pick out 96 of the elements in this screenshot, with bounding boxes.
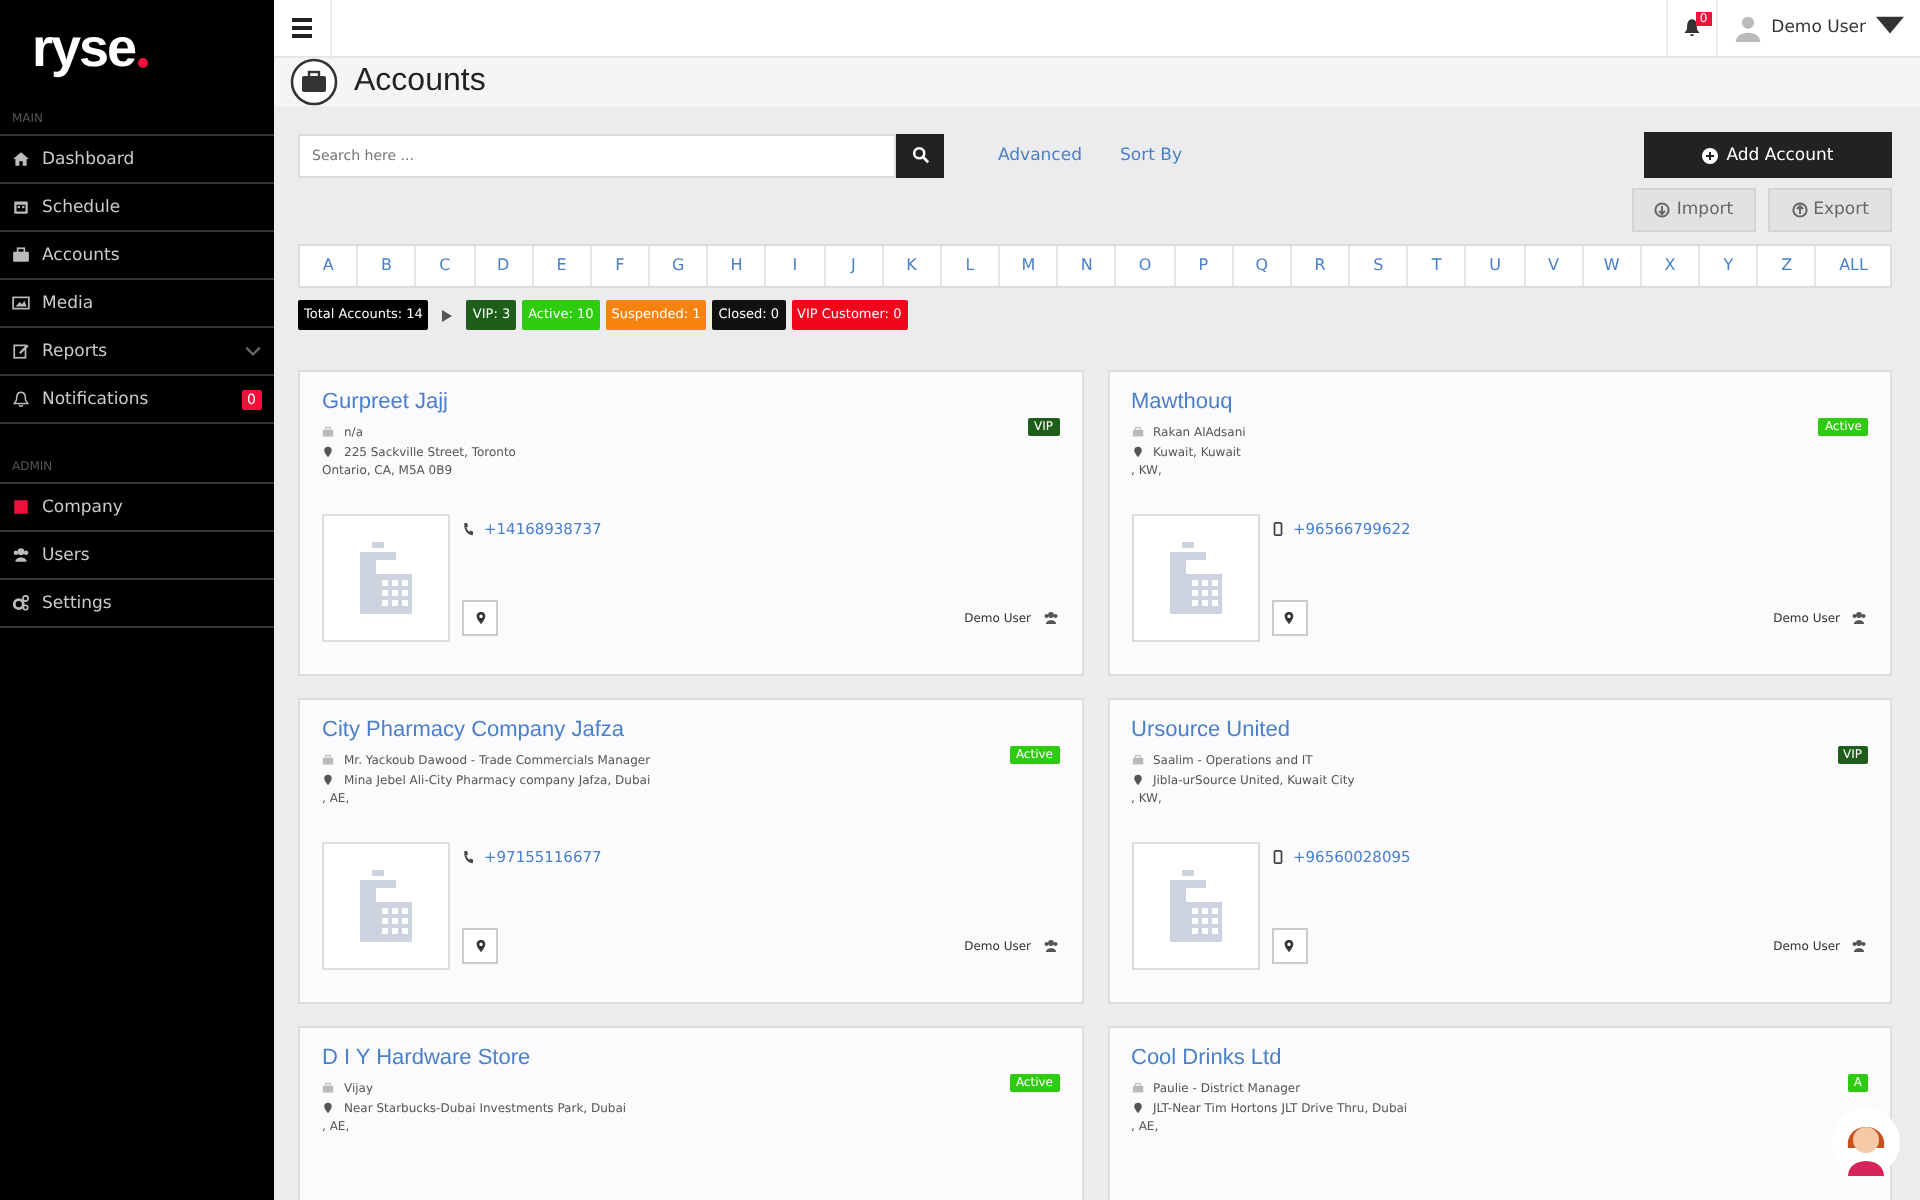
letter-filter[interactable]: G: [650, 246, 709, 286]
users-icon: [1850, 938, 1868, 954]
location-pin-icon: [1282, 938, 1296, 954]
briefcase-icon: [1131, 754, 1143, 766]
map-button[interactable]: [1271, 600, 1307, 636]
briefcase-icon: [322, 1082, 334, 1094]
account-name[interactable]: Mawthouq: [1131, 390, 1246, 414]
menu-icon: [290, 16, 314, 40]
letter-filter[interactable]: ALL: [1816, 246, 1891, 286]
letter-filter[interactable]: Q: [1233, 246, 1292, 286]
letter-filter[interactable]: R: [1291, 246, 1351, 286]
location-pin-icon: [473, 610, 487, 626]
sidebar-item[interactable]: Schedule: [0, 182, 274, 230]
logo[interactable]: ryse: [0, 0, 274, 96]
users-icon: [1041, 610, 1059, 626]
letter-filter[interactable]: F: [591, 246, 651, 286]
letter-filter[interactable]: D: [475, 246, 534, 286]
add-account-button[interactable]: Add Account: [1644, 132, 1892, 178]
location-pin-icon: [473, 938, 487, 954]
letter-filter[interactable]: B: [358, 246, 417, 286]
letter-filter[interactable]: U: [1466, 246, 1526, 286]
briefcase-icon: [322, 754, 334, 766]
account-name[interactable]: D I Y Hardware Store: [322, 1046, 627, 1070]
home-icon: [12, 150, 30, 168]
location-pin-icon: [1131, 446, 1143, 458]
upload-icon: [1791, 202, 1808, 218]
sidebar-item[interactable]: Company: [0, 482, 274, 530]
letter-filter[interactable]: X: [1641, 246, 1701, 286]
briefcase-icon: [1131, 1082, 1143, 1094]
letter-filter[interactable]: S: [1350, 246, 1409, 286]
letter-filter[interactable]: H: [708, 246, 767, 286]
users-icon: [1850, 610, 1868, 626]
sidebar-item[interactable]: Users: [0, 530, 274, 578]
calendar-icon: [12, 198, 30, 216]
search-button[interactable]: [896, 133, 944, 177]
letter-filter[interactable]: M: [1000, 246, 1059, 286]
building-icon: [1131, 842, 1259, 970]
edit-icon: [12, 342, 30, 360]
letter-filter[interactable]: A: [300, 246, 359, 286]
letter-filter[interactable]: J: [825, 246, 884, 286]
letter-filter[interactable]: P: [1175, 246, 1234, 286]
letter-filter[interactable]: O: [1116, 246, 1176, 286]
plus-circle-icon: [1702, 147, 1719, 163]
location-pin-icon: [1131, 774, 1143, 786]
sidebar-item[interactable]: Reports: [0, 326, 274, 374]
sidebar-item[interactable]: Dashboard: [0, 134, 274, 182]
building-icon: [322, 842, 450, 970]
sidebar-item[interactable]: Accounts: [0, 230, 274, 278]
account-name[interactable]: Gurpreet Jajj: [322, 390, 516, 414]
location-pin-icon: [322, 774, 334, 786]
bell-icon: [1681, 18, 1702, 38]
location-pin-icon: [1282, 610, 1296, 626]
briefcase-icon: [12, 246, 30, 264]
toolbar-link[interactable]: Sort By: [1120, 145, 1182, 165]
square-icon: [12, 498, 30, 516]
bell-icon: [12, 390, 30, 408]
gears-icon: [12, 594, 30, 612]
account-name[interactable]: City Pharmacy Company Jafza: [322, 718, 651, 742]
briefcase-icon: [322, 426, 334, 438]
users-icon: [1041, 938, 1059, 954]
user-name: Demo User: [1771, 18, 1866, 38]
letter-filter[interactable]: V: [1525, 246, 1584, 286]
letter-filter[interactable]: T: [1408, 246, 1467, 286]
import-button[interactable]: Import: [1632, 188, 1756, 232]
location-pin-icon: [322, 1102, 334, 1114]
letter-filter[interactable]: L: [941, 246, 1001, 286]
sidebar-item[interactable]: Settings: [0, 578, 274, 628]
letter-filter[interactable]: E: [533, 246, 592, 286]
caret-right-icon: [442, 309, 453, 321]
account-name[interactable]: Cool Drinks Ltd: [1131, 1046, 1408, 1070]
sidebar-item[interactable]: Media: [0, 278, 274, 326]
location-pin-icon: [322, 446, 334, 458]
letter-filter[interactable]: W: [1583, 246, 1642, 286]
location-pin-icon: [1131, 1102, 1143, 1114]
building-icon: [1131, 514, 1259, 642]
letter-filter[interactable]: N: [1058, 246, 1117, 286]
map-button[interactable]: [462, 928, 498, 964]
users-icon: [12, 546, 30, 564]
export-button[interactable]: Export: [1768, 188, 1892, 232]
download-icon: [1654, 202, 1671, 218]
letter-filter[interactable]: Y: [1700, 246, 1759, 286]
letter-filter[interactable]: K: [883, 246, 942, 286]
letter-filter[interactable]: Z: [1758, 246, 1817, 286]
map-button[interactable]: [1271, 928, 1307, 964]
user-avatar-icon: [1733, 14, 1762, 42]
toolbar-link[interactable]: Advanced: [998, 145, 1082, 165]
letter-filter[interactable]: C: [416, 246, 476, 286]
search-icon: [911, 146, 929, 164]
user-menu[interactable]: Demo User: [1717, 14, 1920, 42]
building-icon: [322, 514, 450, 642]
account-name[interactable]: Ursource United: [1131, 718, 1355, 742]
page-title: Accounts: [354, 64, 486, 100]
map-button[interactable]: [462, 600, 498, 636]
image-icon: [12, 294, 30, 312]
letter-filter[interactable]: I: [766, 246, 826, 286]
briefcase-icon: [1131, 426, 1143, 438]
